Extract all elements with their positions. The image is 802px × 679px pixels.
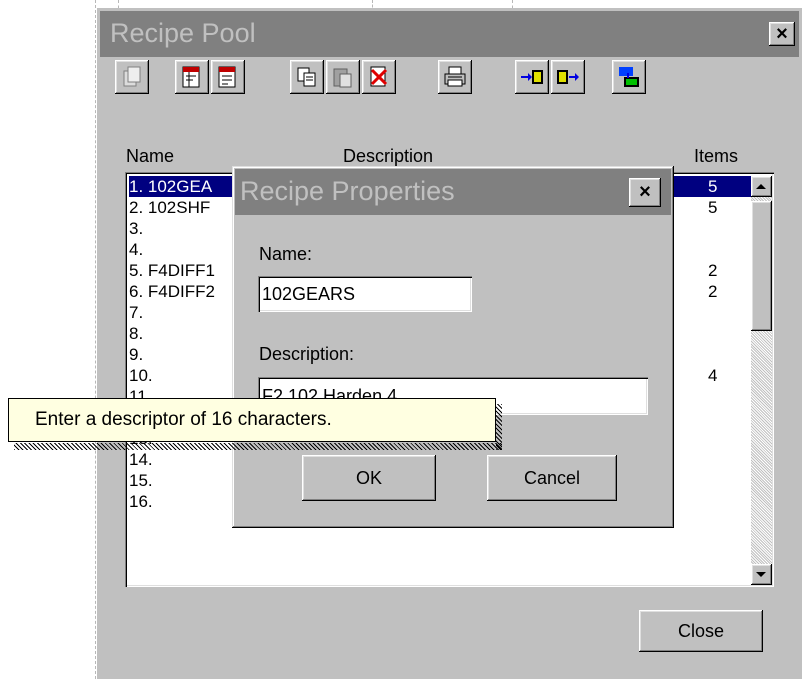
background-guide: [95, 0, 96, 679]
cancel-button[interactable]: Cancel: [487, 455, 617, 501]
column-header-name: Name: [126, 146, 175, 166]
properties-icon: [182, 66, 200, 88]
name-label: Name:: [259, 244, 313, 264]
recipe-name: 4.: [129, 240, 144, 259]
recipe-items-count: 4: [708, 366, 718, 385]
cancel-button-label: Cancel: [523, 468, 581, 488]
recipe-name: 14.: [129, 450, 153, 469]
print-icon: [444, 66, 466, 87]
copy-icon: [297, 67, 316, 87]
recipe-items-count: 5: [708, 177, 718, 196]
delete-icon: [370, 66, 388, 87]
toolbar-button-properties[interactable]: [175, 60, 209, 94]
ok-button[interactable]: OK: [302, 455, 436, 501]
paste-icon: [333, 68, 352, 88]
recipe-pool-titlebar[interactable]: Recipe Pool ×: [100, 11, 799, 57]
scroll-up-button[interactable]: [751, 176, 772, 197]
close-icon: ×: [639, 181, 651, 203]
export-icon: [557, 70, 579, 84]
recipe-name: 10.: [129, 366, 153, 385]
name-field[interactable]: 102GEARS: [258, 276, 472, 312]
arrow-up-icon: [756, 184, 766, 189]
recipe-name: 2. 102SHF: [129, 198, 211, 217]
name-field-value: 102GEARS: [262, 284, 356, 304]
toolbar-button-copy[interactable]: [290, 60, 324, 94]
toolbar-button-export[interactable]: [551, 60, 585, 94]
toolbar-button-new[interactable]: [115, 60, 149, 94]
recipe-items-count: 2: [708, 261, 718, 280]
dialog-close-button[interactable]: ×: [629, 178, 661, 207]
close-button[interactable]: Close: [639, 610, 763, 652]
window-close-button[interactable]: ×: [769, 22, 795, 46]
arrow-down-icon: [756, 572, 766, 577]
scroll-thumb[interactable]: [751, 201, 772, 331]
recipe-name: 9.: [129, 345, 144, 364]
recipe-pool-title: Recipe Pool: [110, 18, 256, 48]
recipe-items-count: 5: [708, 198, 718, 217]
toolbar-button-transfer[interactable]: [612, 60, 646, 94]
column-header-description: Description: [343, 146, 434, 166]
ok-button-label: OK: [355, 468, 382, 488]
transfer-icon: [619, 67, 639, 87]
recipe-name: 7.: [129, 303, 144, 322]
column-header-items: Items: [694, 146, 739, 166]
recipe-name: 5. F4DIFF1: [129, 261, 215, 280]
scroll-down-button[interactable]: [751, 564, 772, 585]
toolbar-button-delete[interactable]: [362, 60, 396, 94]
recipe-name: 8.: [129, 324, 144, 343]
tooltip-text: Enter a descriptor of 16 characters.: [35, 409, 332, 430]
close-icon: ×: [776, 23, 788, 45]
recipe-name: 1. 102GEA: [129, 177, 213, 196]
toolbar-button-paste[interactable]: [326, 60, 360, 94]
recipe-properties-dialog: Recipe Properties × Name: 102GEARS Descr…: [232, 166, 674, 528]
dialog-titlebar[interactable]: Recipe Properties ×: [235, 169, 671, 215]
import-icon: [521, 70, 543, 84]
edit-items-icon: [218, 66, 236, 88]
tooltip-shadow: [14, 443, 502, 450]
toolbar-button-print[interactable]: [438, 60, 472, 94]
tooltip-shadow: [496, 404, 502, 450]
toolbar-button-edit[interactable]: [211, 60, 245, 94]
close-button-label: Close: [677, 621, 725, 641]
description-label: Description:: [259, 344, 355, 364]
new-recipe-icon: [123, 66, 141, 87]
recipe-name: 6. F4DIFF2: [129, 282, 215, 301]
dialog-title: Recipe Properties: [240, 176, 455, 206]
recipe-name: 15.: [129, 471, 153, 490]
recipe-name: 16.: [129, 492, 153, 511]
recipe-list-scrollbar[interactable]: [751, 176, 772, 585]
recipe-items-count: 2: [708, 282, 718, 301]
recipe-name: 3.: [129, 219, 144, 238]
tooltip: Enter a descriptor of 16 characters.: [8, 398, 496, 442]
toolbar-button-import[interactable]: [515, 60, 549, 94]
